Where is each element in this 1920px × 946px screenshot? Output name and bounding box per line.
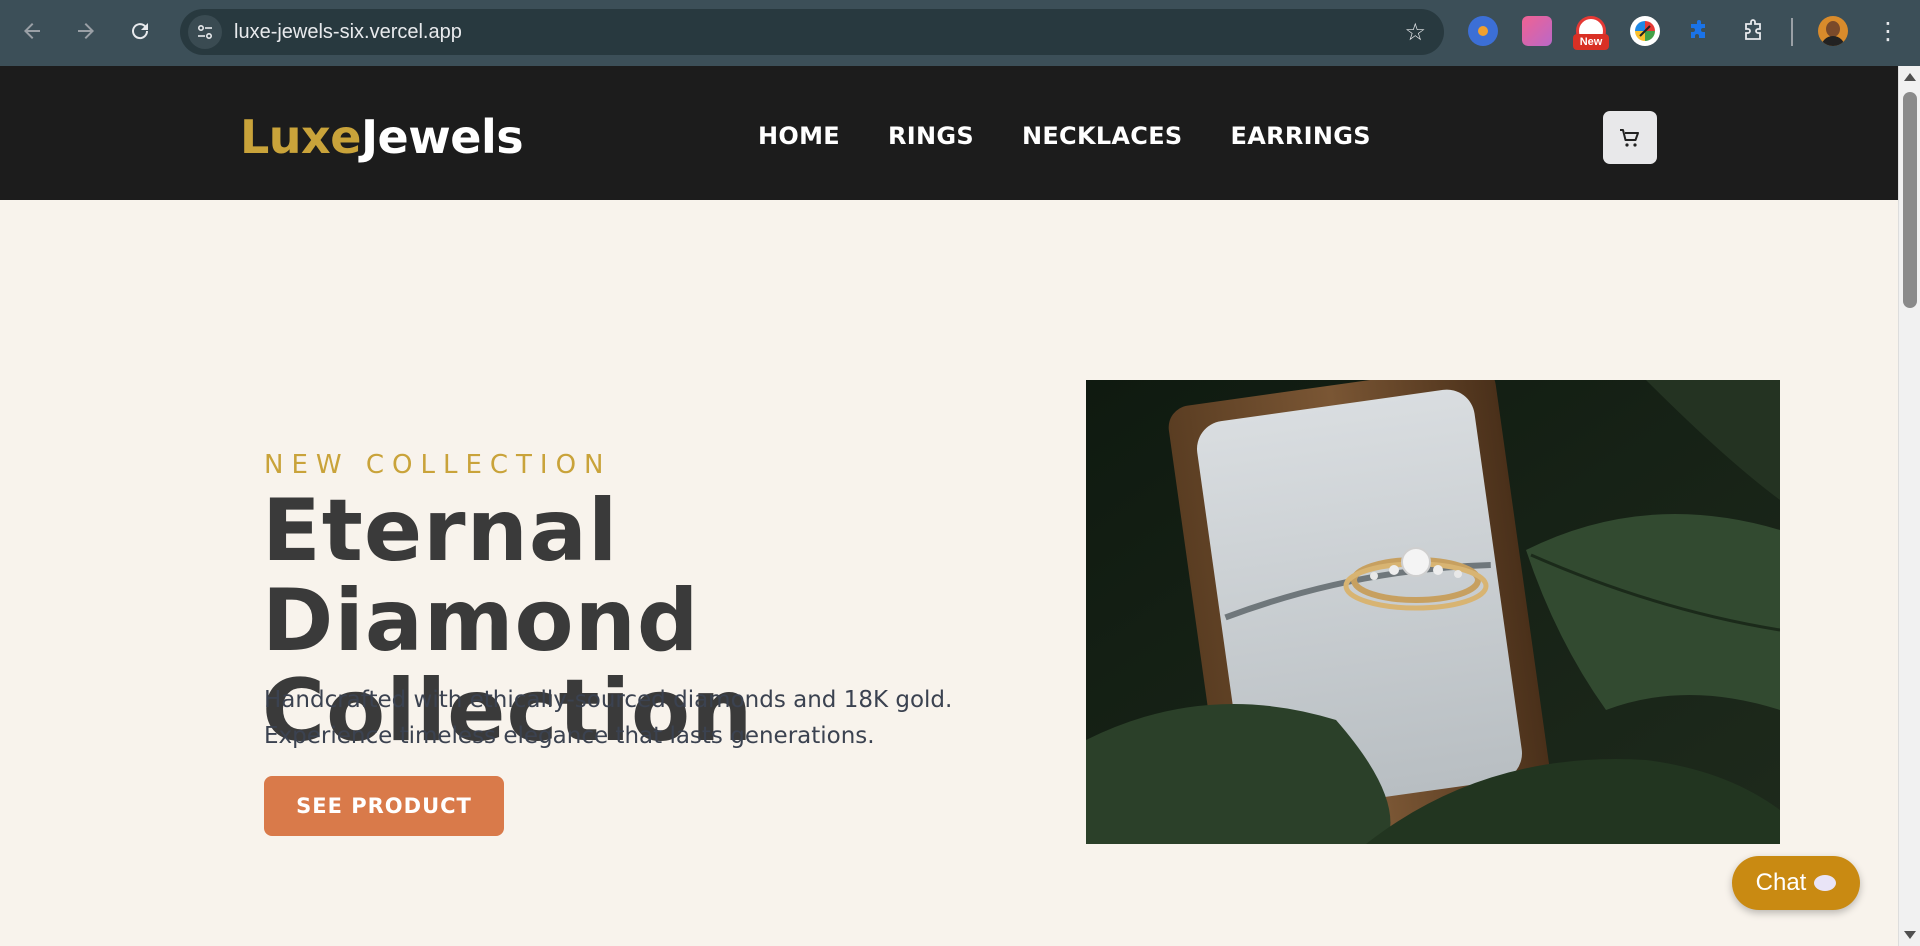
forward-icon[interactable]: [68, 13, 104, 49]
extensions-menu-icon[interactable]: [1738, 16, 1768, 46]
nav-earrings[interactable]: EARRINGS: [1231, 122, 1371, 150]
scroll-down-arrow-icon[interactable]: [1904, 931, 1916, 939]
toolbar-divider: [1791, 18, 1793, 46]
cart-icon: [1620, 128, 1639, 147]
chat-label: Chat: [1755, 869, 1807, 896]
scrollbar-thumb[interactable]: [1903, 92, 1917, 308]
cart-button[interactable]: [1603, 111, 1657, 164]
main-nav: HOME RINGS NECKLACES EARRINGS: [758, 122, 1371, 150]
hero-desc-line2: Experience timeless elegance that lasts …: [264, 723, 875, 749]
nav-rings[interactable]: RINGS: [888, 122, 974, 150]
chat-button[interactable]: Chat: [1732, 856, 1860, 910]
back-icon[interactable]: [14, 13, 50, 49]
site-logo[interactable]: LuxeJewels: [240, 110, 524, 164]
hero-description: Handcrafted with ethically-sourced diamo…: [264, 682, 964, 754]
extension-gradient-icon[interactable]: [1522, 16, 1552, 46]
chat-bubble-icon: [1814, 875, 1837, 891]
chrome-menu-icon[interactable]: ⋮: [1876, 14, 1900, 48]
url-text[interactable]: luxe-jewels-six.vercel.app: [234, 21, 462, 44]
browser-toolbar: luxe-jewels-six.vercel.app ☆ New ⋮: [0, 0, 1920, 66]
nav-home[interactable]: HOME: [758, 122, 840, 150]
extension-color-picker-icon[interactable]: [1630, 16, 1660, 46]
extension-new-badge: New: [1573, 34, 1609, 50]
see-product-button[interactable]: SEE PRODUCT: [264, 776, 504, 836]
extension-shield-icon[interactable]: [1468, 16, 1498, 46]
reload-icon[interactable]: [122, 13, 158, 49]
logo-jewels: Jewels: [360, 110, 524, 164]
scroll-up-arrow-icon[interactable]: [1904, 73, 1916, 81]
page-viewport: LuxeJewels HOME RINGS NECKLACES EARRINGS…: [0, 66, 1898, 946]
bookmark-star-icon[interactable]: ☆: [1404, 19, 1426, 45]
hero-ring-image: [1086, 380, 1780, 844]
profile-avatar[interactable]: [1818, 16, 1848, 46]
hero-title-line1: Eternal Diamond: [262, 481, 700, 671]
site-info-icon[interactable]: [188, 15, 222, 49]
logo-luxe: Luxe: [240, 110, 361, 164]
hero-desc-line1: Handcrafted with ethically-sourced diamo…: [264, 687, 953, 713]
nav-necklaces[interactable]: NECKLACES: [1022, 122, 1183, 150]
address-bar[interactable]: luxe-jewels-six.vercel.app ☆: [180, 9, 1444, 55]
puzzle-extension-icon[interactable]: [1684, 16, 1714, 46]
hero-eyebrow: NEW COLLECTION: [264, 450, 612, 480]
site-header: LuxeJewels HOME RINGS NECKLACES EARRINGS: [0, 66, 1898, 200]
page-scrollbar[interactable]: [1898, 66, 1920, 946]
